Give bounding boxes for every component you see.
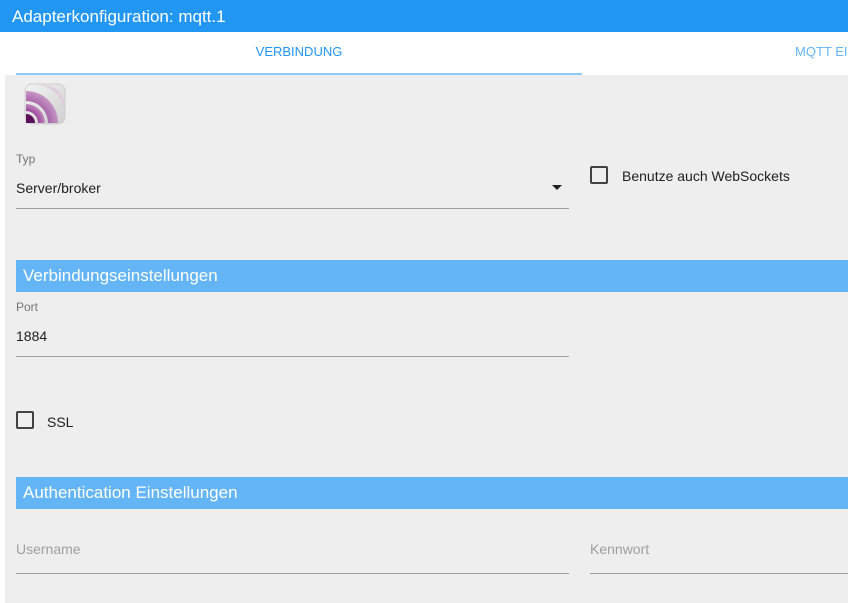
username-underline xyxy=(16,573,569,574)
tab-mqtt-einstellungen[interactable]: MQTT EI xyxy=(582,32,848,75)
ssl-checkbox[interactable] xyxy=(16,411,34,429)
password-field[interactable]: Kennwort xyxy=(590,541,649,557)
password-underline xyxy=(590,573,848,574)
window-title-bar: Adapterkonfiguration: mqtt.1 xyxy=(0,0,848,32)
type-label: Typ xyxy=(16,152,36,166)
tab-bar: VERBINDUNG MQTT EI xyxy=(5,32,848,75)
port-label: Port xyxy=(16,300,39,314)
connection-settings-title: Verbindungseinstellungen xyxy=(23,266,218,285)
left-edge-strip xyxy=(0,32,5,603)
connection-settings-header: Verbindungseinstellungen xyxy=(16,260,848,292)
type-select-value[interactable]: Server/broker xyxy=(16,180,101,196)
window-title: Adapterkonfiguration: mqtt.1 xyxy=(12,7,226,26)
mqtt-logo-icon xyxy=(24,83,66,125)
auth-settings-title: Authentication Einstellungen xyxy=(23,483,238,502)
dropdown-arrow-icon[interactable] xyxy=(552,185,562,190)
websockets-label: Benutze auch WebSockets xyxy=(622,168,790,184)
port-input[interactable]: 1884 xyxy=(16,328,47,344)
auth-settings-header: Authentication Einstellungen xyxy=(16,477,848,509)
port-underline xyxy=(16,356,569,357)
type-select-underline xyxy=(16,208,569,209)
tab-verbindung[interactable]: VERBINDUNG xyxy=(16,32,582,75)
ssl-label: SSL xyxy=(47,414,74,430)
username-field[interactable]: Username xyxy=(16,541,81,557)
websockets-checkbox[interactable] xyxy=(590,166,608,184)
